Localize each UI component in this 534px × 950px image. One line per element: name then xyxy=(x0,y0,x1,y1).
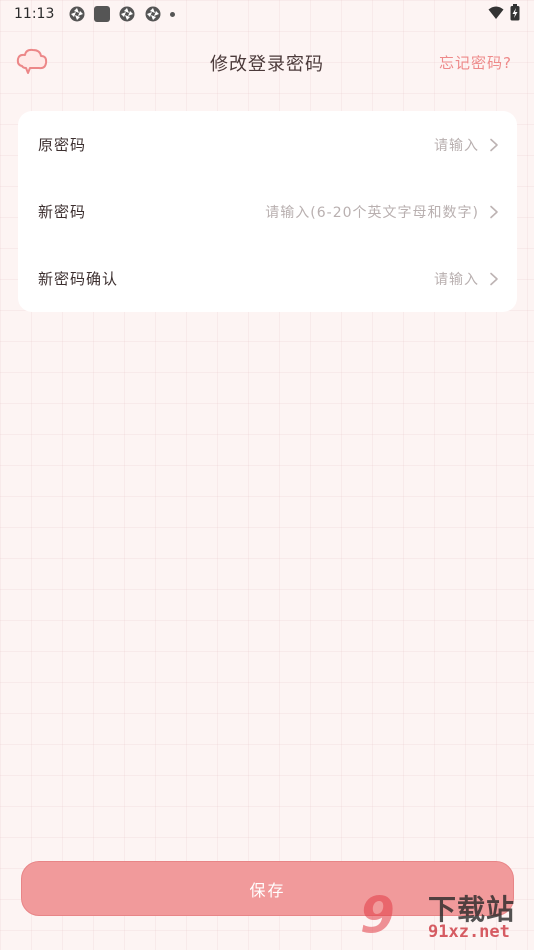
status-bar: 11:13 xyxy=(0,0,534,28)
old-password-label: 原密码 xyxy=(38,136,87,154)
more-notifications-dot-icon xyxy=(170,11,176,17)
chevron-right-icon xyxy=(490,272,498,285)
new-password-label: 新密码 xyxy=(38,203,87,221)
notification-icons xyxy=(68,5,176,23)
system-icons xyxy=(488,4,520,21)
wifi-icon xyxy=(488,6,504,19)
confirm-password-input[interactable]: 请输入 xyxy=(434,269,479,289)
app-notification-icon xyxy=(69,6,85,22)
watermark-domain: 91xz.net xyxy=(428,922,510,942)
confirm-password-label: 新密码确认 xyxy=(38,270,119,288)
app-notification-icon xyxy=(119,6,135,22)
password-form-card: 原密码 请输入 新密码 请输入(6-20个英文字母和数字) 新密码确认 请输入 xyxy=(18,111,517,312)
old-password-row[interactable]: 原密码 请输入 xyxy=(18,111,517,178)
chevron-right-icon xyxy=(490,138,498,151)
app-notification-icon xyxy=(145,6,161,22)
battery-charging-icon xyxy=(510,4,520,21)
header: 修改登录密码 忘记密码? xyxy=(0,40,534,84)
chevron-right-icon xyxy=(490,205,498,218)
watermark-number: 9 xyxy=(360,886,395,944)
status-time: 11:13 xyxy=(14,6,55,22)
old-password-input[interactable]: 请输入 xyxy=(434,135,479,155)
new-password-input[interactable]: 请输入(6-20个英文字母和数字) xyxy=(265,202,479,222)
app-notification-icon xyxy=(94,6,111,22)
forgot-password-link[interactable]: 忘记密码? xyxy=(439,52,512,73)
watermark-logo: 9 下载站 91xz.net xyxy=(360,884,530,950)
confirm-password-row[interactable]: 新密码确认 请输入 xyxy=(18,245,517,312)
new-password-row[interactable]: 新密码 请输入(6-20个英文字母和数字) xyxy=(18,178,517,245)
